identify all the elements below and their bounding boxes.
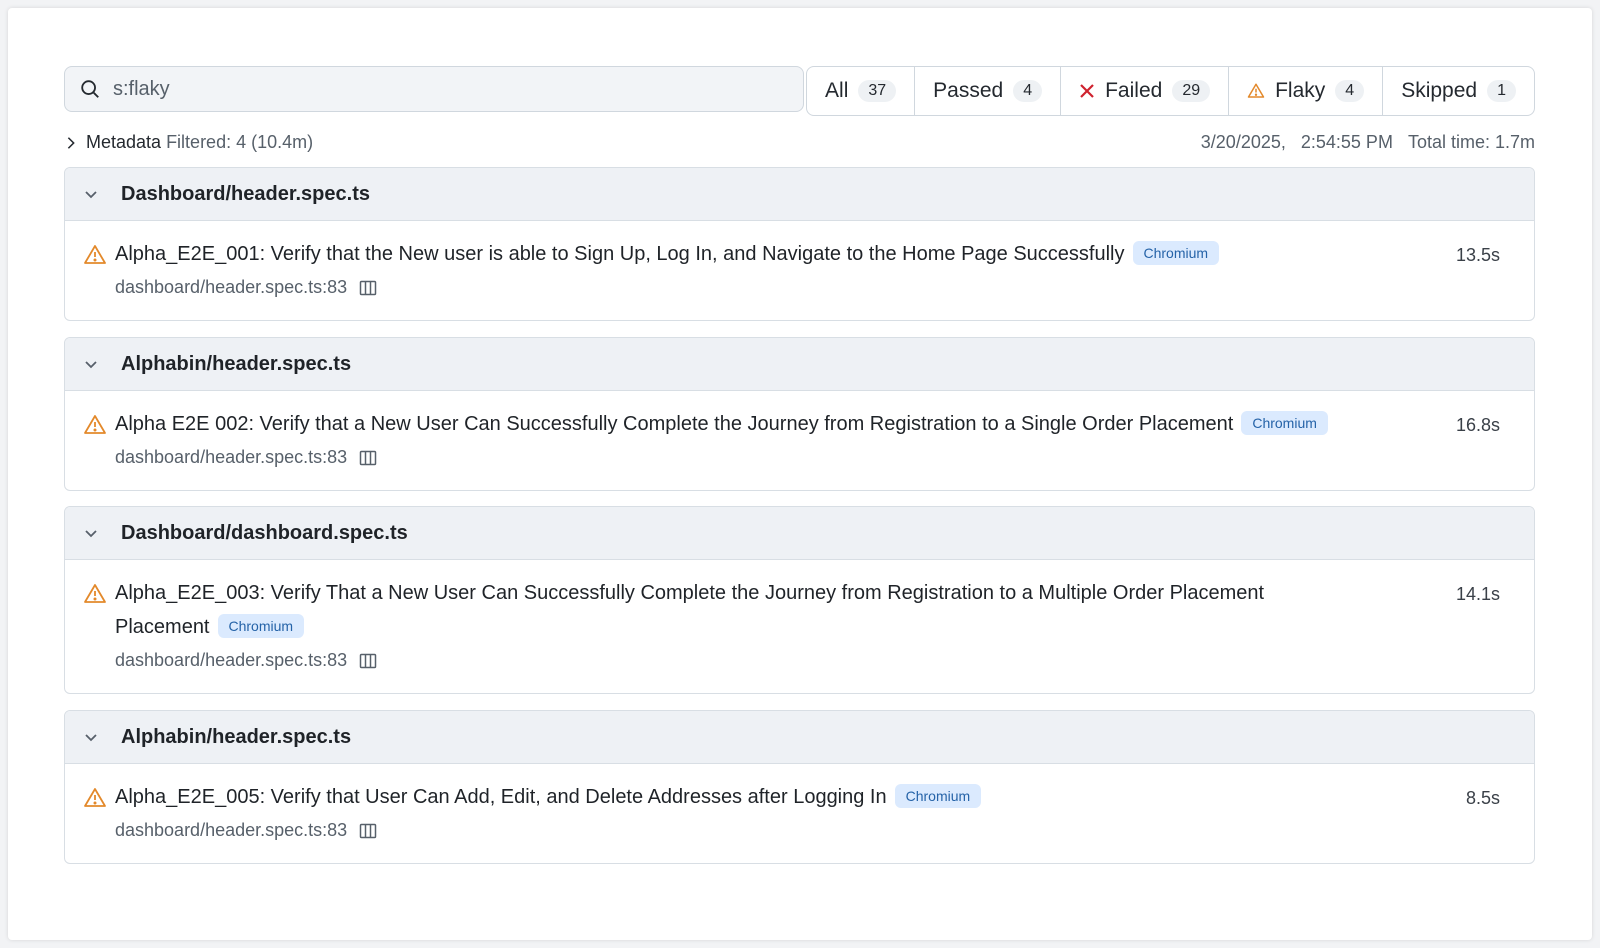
filter-passed-label: Passed [933,79,1004,102]
group-header[interactable]: Alphabin/header.spec.ts [65,338,1534,391]
browser-tag: Chromium [894,784,982,808]
metadata-toggle[interactable]: Metadata Filtered: 4 (10.4m) [64,132,313,153]
browser-tag: Chromium [1241,411,1328,435]
metadata-label: Metadata [86,132,162,152]
test-title-text: Alpha_E2E_001: Verify that the New user … [115,243,1125,265]
group-file-name: Dashboard/dashboard.spec.ts [121,521,408,544]
test-file-group: Alphabin/header.spec.ts Alpha E2E 002: V… [64,337,1535,491]
test-title[interactable]: Alpha E2E 002: Verify that a New User Ca… [115,407,1345,441]
test-duration: 8.5s [1465,788,1500,808]
group-file-name: Dashboard/header.spec.ts [121,182,370,205]
run-time: 2:54:55 PM [1300,132,1393,152]
search-icon [81,80,99,98]
test-title[interactable]: Alpha_E2E_001: Verify that the New user … [115,237,1345,271]
test-title[interactable]: Alpha_E2E_005: Verify that User Can Add,… [115,780,1345,814]
test-file-group: Dashboard/header.spec.ts Alpha_E2E_001: … [64,167,1535,321]
test-location[interactable]: dashboard/header.spec.ts:83 [115,820,347,841]
test-row[interactable]: Alpha_E2E_005: Verify that User Can Add,… [65,764,1534,863]
toolbar: All 37 Passed 4 Failed 29 Flaky 4 Skippe… [64,66,1535,116]
filter-skipped-count: 1 [1487,80,1516,102]
test-row[interactable]: Alpha E2E 002: Verify that a New User Ca… [65,391,1534,490]
columns-icon[interactable] [359,822,377,840]
filter-failed-label: Failed [1105,79,1163,102]
group-header[interactable]: Dashboard/header.spec.ts [65,168,1534,221]
filter-failed[interactable]: Failed 29 [1060,67,1228,115]
test-location[interactable]: dashboard/header.spec.ts:83 [115,277,347,298]
test-location[interactable]: dashboard/header.spec.ts:83 [115,447,347,468]
test-title-text: Alpha E2E 002: Verify that a New User Ca… [115,413,1234,435]
run-info: 3/20/2025, 2:54:55 PM Total time: 1.7m [1191,132,1535,153]
filter-passed-count: 4 [1013,80,1043,102]
columns-icon[interactable] [359,279,377,297]
group-file-name: Alphabin/header.spec.ts [121,725,352,748]
filter-all-count: 37 [858,80,897,102]
filter-flaky[interactable]: Flaky 4 [1228,67,1382,115]
test-location[interactable]: dashboard/header.spec.ts:83 [115,650,347,671]
filter-flaky-count: 4 [1335,80,1365,102]
warning-icon [84,415,106,434]
test-duration: 13.5s [1455,245,1500,265]
warning-icon [84,245,106,264]
warning-icon [1247,82,1265,100]
columns-icon[interactable] [359,449,377,467]
total-time: Total time: 1.7m [1407,132,1535,152]
group-header[interactable]: Dashboard/dashboard.spec.ts [65,507,1534,560]
chevron-down-icon[interactable] [83,525,99,541]
test-duration: 14.1s [1455,584,1500,604]
browser-tag: Chromium [1132,241,1220,265]
chevron-down-icon[interactable] [83,186,99,202]
x-icon [1079,83,1095,99]
test-title[interactable]: Alpha_E2E_003: Verify That a New User Ca… [115,576,1345,644]
status-filter-tabs: All 37 Passed 4 Failed 29 Flaky 4 Skippe… [806,66,1535,116]
test-file-group: Alphabin/header.spec.ts Alpha_E2E_005: V… [64,710,1535,864]
chevron-right-icon [64,136,78,150]
warning-icon [84,584,106,603]
browser-tag: Chromium [217,614,305,638]
warning-icon [84,788,106,807]
search-input[interactable] [111,76,755,102]
filter-skipped[interactable]: Skipped 1 [1382,67,1534,115]
filtered-summary: Filtered: 4 (10.4m) [166,132,314,152]
filter-skipped-label: Skipped [1401,79,1478,102]
filter-flaky-label: Flaky [1275,79,1326,102]
chevron-down-icon[interactable] [83,729,99,745]
test-row[interactable]: Alpha_E2E_003: Verify That a New User Ca… [65,560,1534,693]
filter-all-label: All [825,79,849,102]
group-header[interactable]: Alphabin/header.spec.ts [65,711,1534,764]
columns-icon[interactable] [359,652,377,670]
chevron-down-icon[interactable] [83,356,99,372]
test-row[interactable]: Alpha_E2E_001: Verify that the New user … [65,221,1534,320]
test-title-text: Alpha_E2E_005: Verify that User Can Add,… [115,786,887,808]
filter-failed-count: 29 [1172,80,1211,102]
filter-all[interactable]: All 37 [807,67,914,115]
test-file-group: Dashboard/dashboard.spec.ts Alpha_E2E_00… [64,506,1535,694]
filter-passed[interactable]: Passed 4 [914,67,1060,115]
metadata-row: Metadata Filtered: 4 (10.4m) 3/20/2025, … [64,132,1535,156]
run-date: 3/20/2025, [1200,132,1286,152]
group-file-name: Alphabin/header.spec.ts [121,352,352,375]
search-box[interactable] [64,66,804,112]
test-duration: 16.8s [1455,415,1500,435]
